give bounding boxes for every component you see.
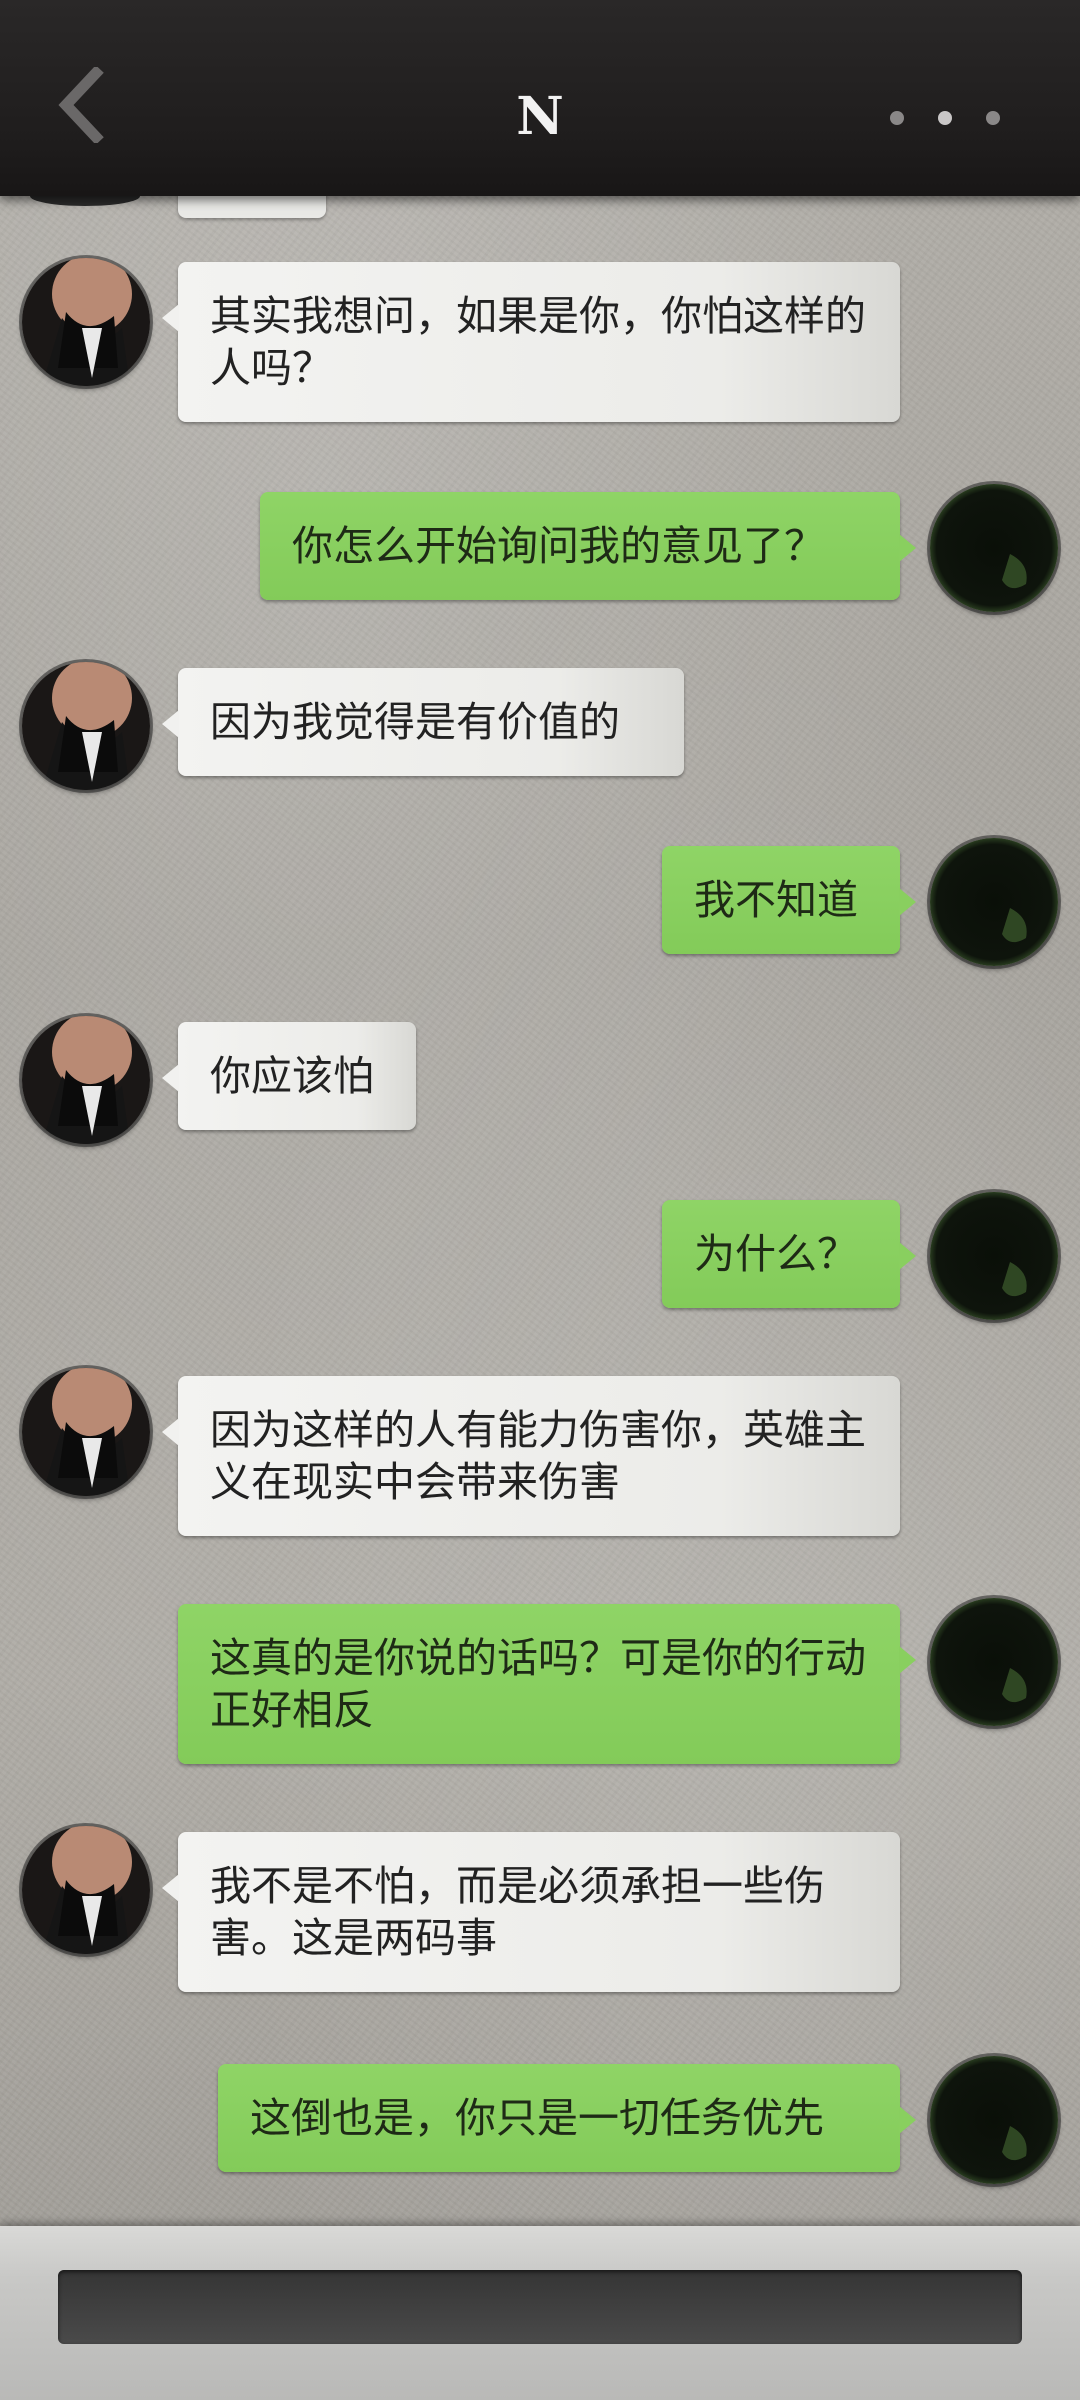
message-text: 为什么？ [694,1230,858,1278]
message-text: 我不是不怕，而是必须承担一些伤害。这是两码事 [210,1862,825,1962]
message-text: 我不知道 [694,876,858,924]
received-message-bubble[interactable]: 我不是不怕，而是必须承担一些伤害。这是两码事 [162,1832,900,1992]
my-avatar[interactable] [930,1598,1058,1726]
person-avatar-icon [22,662,150,790]
contact-avatar[interactable] [22,1016,150,1144]
my-avatar[interactable] [930,1192,1058,1320]
contact-avatar[interactable] [22,258,150,386]
avatar-icon [930,2056,1058,2184]
received-message-bubble[interactable]: 因为我觉得是有价值的 [162,668,684,776]
sent-message-bubble[interactable]: 这倒也是，你只是一切任务优先 [218,2064,916,2172]
received-message-bubble[interactable]: 其实我想问，如果是你，你怕这样的人吗？ [162,262,900,422]
contact-avatar[interactable] [22,662,150,790]
received-message-bubble[interactable]: 你应该怕 [162,1022,416,1130]
contact-avatar[interactable] [22,1826,150,1954]
more-dots-icon [890,111,904,125]
message-text: 这真的是你说的话吗？可是你的行动正好相反 [210,1634,866,1734]
sent-message-bubble[interactable]: 这真的是你说的话吗？可是你的行动正好相反 [178,1604,916,1764]
avatar-icon [930,1598,1058,1726]
avatar-icon [930,484,1058,612]
person-avatar-icon [22,1368,150,1496]
person-avatar-icon [22,258,150,386]
sent-message-bubble[interactable]: 我不知道 [662,846,916,954]
received-message-bubble[interactable]: 因为这样的人有能力伤害你，英雄主义在现实中会带来伤害 [162,1376,900,1536]
sent-message-bubble[interactable]: 你怎么开始询问我的意见了？ [260,492,916,600]
message-text: 因为我觉得是有价值的 [210,698,620,746]
my-avatar[interactable] [930,2056,1058,2184]
more-dots-icon [986,111,1000,125]
person-avatar-icon [22,1826,150,1954]
message-text: 其实我想问，如果是你，你怕这样的人吗？ [210,292,866,392]
avatar-icon [930,838,1058,966]
message-text: 你应该怕 [210,1052,374,1100]
message-input[interactable] [58,2270,1022,2344]
message-text: 因为这样的人有能力伤害你，英雄主义在现实中会带来伤害 [210,1406,866,1506]
chevron-left-icon [58,67,104,143]
message-text: 你怎么开始询问我的意见了？ [292,522,825,570]
more-dots-icon [938,111,952,125]
sent-message-bubble[interactable]: 为什么？ [662,1200,916,1308]
my-avatar[interactable] [930,838,1058,966]
back-button[interactable] [40,60,120,150]
person-avatar-icon [22,1016,150,1144]
avatar-icon [930,1192,1058,1320]
more-options-button[interactable] [890,90,1000,146]
message-input-bar [0,2226,1080,2400]
contact-avatar[interactable] [22,1368,150,1496]
message-text: 这倒也是，你只是一切任务优先 [250,2094,824,2142]
top-nav-bar: N [0,0,1080,196]
my-avatar[interactable] [930,484,1058,612]
chat-title: N [516,86,564,147]
